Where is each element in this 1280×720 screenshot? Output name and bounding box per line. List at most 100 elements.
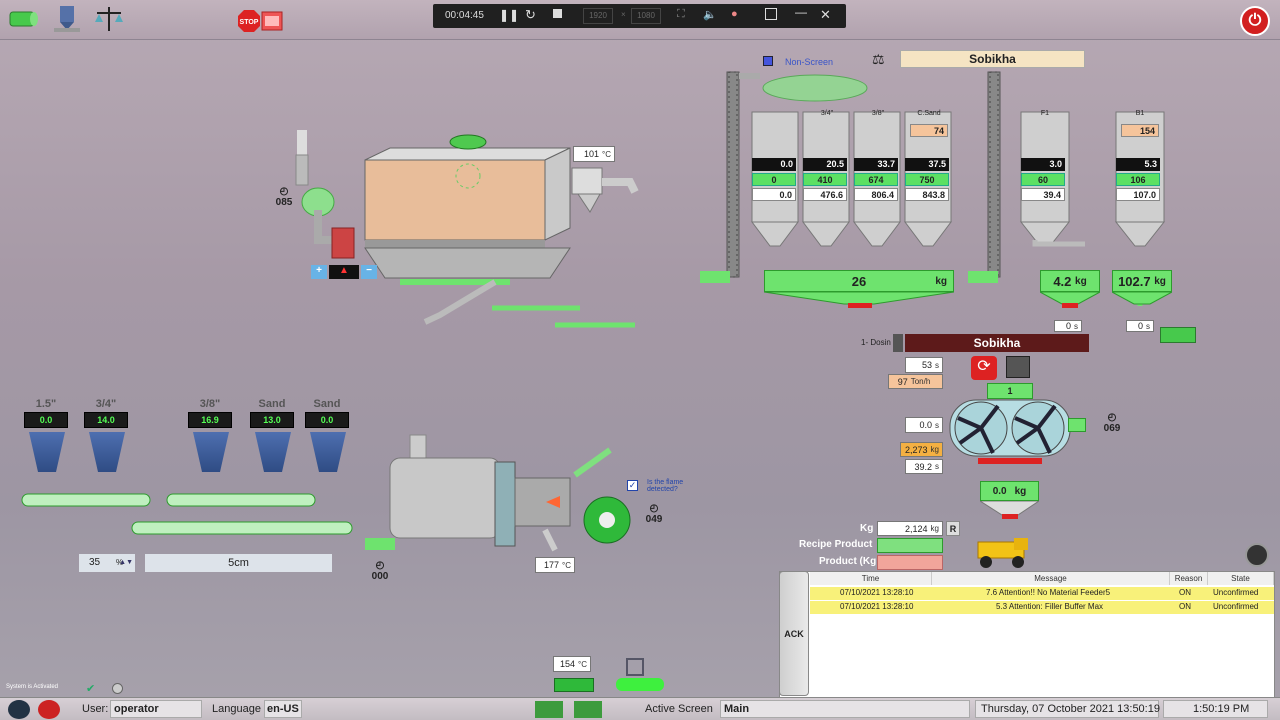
mic-muted-icon[interactable]: ●: [731, 8, 738, 20]
silo-name: 3/8": [871, 110, 885, 117]
gauge-icon: ◴: [279, 186, 289, 197]
feeder-name: 3/4": [95, 398, 117, 410]
width-field[interactable]: 1920: [583, 8, 613, 24]
output-kg-value: 0.0: [992, 485, 1007, 497]
bitumen-time-value: 0: [1137, 321, 1143, 331]
silo-target: 410: [803, 173, 847, 186]
feeder-bin[interactable]: [89, 432, 125, 472]
alarm-header-state[interactable]: State: [1208, 572, 1274, 585]
cold-feed-icon[interactable]: [6, 4, 40, 34]
power-button[interactable]: ⏻: [1240, 6, 1270, 36]
silo-actual: 107.0: [1116, 188, 1160, 201]
non-screen-checkbox[interactable]: [763, 56, 773, 66]
active-screen-value: Main: [724, 703, 750, 715]
dryer-temp-value: 101: [583, 149, 600, 159]
silo-actual: 0.0: [752, 188, 796, 201]
logout-icon[interactable]: [38, 700, 60, 719]
refresh-icon[interactable]: ⟳: [971, 356, 997, 380]
monitor-icon[interactable]: [1006, 356, 1030, 378]
silo-actual: 39.4: [1021, 188, 1065, 201]
compressor-icon[interactable]: [626, 658, 644, 676]
camera-icon[interactable]: [1245, 543, 1269, 567]
feeder-percent: 0.0: [24, 412, 68, 428]
pause-icon[interactable]: ❚❚: [499, 8, 519, 22]
spinner-icon[interactable]: ▲▼: [119, 554, 133, 572]
stop-record-icon[interactable]: [553, 9, 562, 18]
gauge-icon: ◴: [649, 503, 659, 514]
window-mode-icon[interactable]: [765, 8, 777, 20]
top-toolbar: STOP 00:04:45 ❚❚ ↻ 1920 × 1080 ⛶ 🔈 ● — ✕…: [0, 0, 1280, 40]
bitumen-tank-temp-value: 154: [559, 659, 576, 669]
aggregate-hopper: [764, 292, 954, 308]
height-field[interactable]: 1080: [631, 8, 661, 24]
user-value: operator: [114, 703, 159, 715]
reset-button[interactable]: R: [946, 521, 960, 536]
silo-target: 674: [854, 173, 898, 186]
flame-checkbox[interactable]: ✓: [627, 480, 638, 491]
silo-actual: 806.4: [854, 188, 898, 201]
active-recipe-bar[interactable]: Sobikha: [905, 334, 1089, 352]
alarm-header-reason[interactable]: Reason: [1170, 572, 1208, 585]
ack-button[interactable]: ACK: [779, 571, 809, 696]
bitumen-time: 0s: [1126, 320, 1154, 332]
alarm-row[interactable]: 07/10/2021 13:28:10 5.3 Attention: Fille…: [810, 601, 1274, 614]
bitumen-pump-icon[interactable]: [1160, 327, 1196, 343]
times-icon: ×: [621, 10, 626, 19]
feeder-bin[interactable]: [29, 432, 65, 472]
product-kg-total-label: Product (Kg: [819, 556, 877, 567]
emergency-stop-button[interactable]: STOP: [238, 10, 284, 32]
recording-time: 00:04:45: [445, 10, 484, 21]
silo-icon[interactable]: [50, 4, 84, 34]
fullscreen-icon[interactable]: ⛶: [677, 8, 685, 21]
output-hopper-cone: [980, 501, 1039, 519]
language-value: en-US: [267, 703, 299, 715]
active-screen-label: Active Screen: [645, 703, 713, 715]
mix-time-unit: s: [935, 360, 939, 370]
speaker-muted-icon[interactable]: 🔈: [703, 8, 717, 21]
recipe-product-field: [877, 538, 943, 553]
feed-size-field[interactable]: 5cm: [145, 554, 332, 572]
filler-time: 0s: [1054, 320, 1082, 332]
silo-name: 3/4": [820, 110, 834, 117]
silo-name: C.Sand: [917, 110, 941, 117]
feed-rate-field[interactable]: 35% ▲▼: [79, 554, 135, 572]
fan-gauge-value: 000: [371, 571, 389, 582]
restart-icon[interactable]: ↻: [525, 7, 536, 23]
warning-icon: ▲: [329, 265, 359, 279]
alarm-row[interactable]: 07/10/2021 13:28:10 7.6 Attention!! No M…: [810, 587, 1274, 600]
burner-gauge-value: 049: [645, 514, 663, 525]
silo-percent: 5.3: [1116, 158, 1160, 171]
dosing-indicator: [893, 334, 903, 352]
silo-percent: 0.0: [752, 158, 796, 171]
alarm-header-message[interactable]: Message: [932, 572, 1170, 585]
clock-value: 1:50:19 PM: [1193, 703, 1250, 715]
silo-actual: 843.8: [905, 188, 949, 201]
close-icon[interactable]: ✕: [820, 7, 831, 23]
feeder-name: 1.5": [35, 398, 57, 410]
active-screen-field: [720, 700, 970, 718]
alarm-header-time[interactable]: Time: [810, 572, 932, 585]
user-icon[interactable]: [8, 700, 30, 719]
minimize-icon[interactable]: —: [795, 5, 807, 19]
aggregate-scale-value: 26: [851, 273, 867, 289]
feeder-bin[interactable]: [193, 432, 229, 472]
silo-name: F1: [1040, 110, 1050, 117]
feeder-bin[interactable]: [310, 432, 346, 472]
increase-button[interactable]: +: [311, 265, 327, 279]
bitumen-pump[interactable]: [554, 678, 594, 692]
alarm-panel: Time Message Reason State 07/10/2021 13:…: [779, 571, 1275, 699]
decrease-button[interactable]: −: [361, 265, 377, 279]
language-label: Language: [212, 703, 261, 715]
bitumen-tank: [616, 678, 664, 691]
silo-percent: 20.5: [803, 158, 847, 171]
feed-rate-value: 35: [89, 557, 101, 568]
scale-icon: ⚖: [872, 51, 885, 67]
stop-label: STOP: [240, 19, 259, 26]
feeder-bin[interactable]: [255, 432, 291, 472]
dryer-gauge-value: 085: [275, 197, 293, 208]
alarm-message: 5.3 Attention: Filler Buffer Max: [996, 602, 1104, 611]
mix-extra: 39.2 s: [905, 459, 943, 474]
burner-gauge: ◴ 049: [642, 503, 666, 525]
bitumen-hopper: [1112, 292, 1172, 305]
scale-icon[interactable]: [92, 4, 126, 34]
